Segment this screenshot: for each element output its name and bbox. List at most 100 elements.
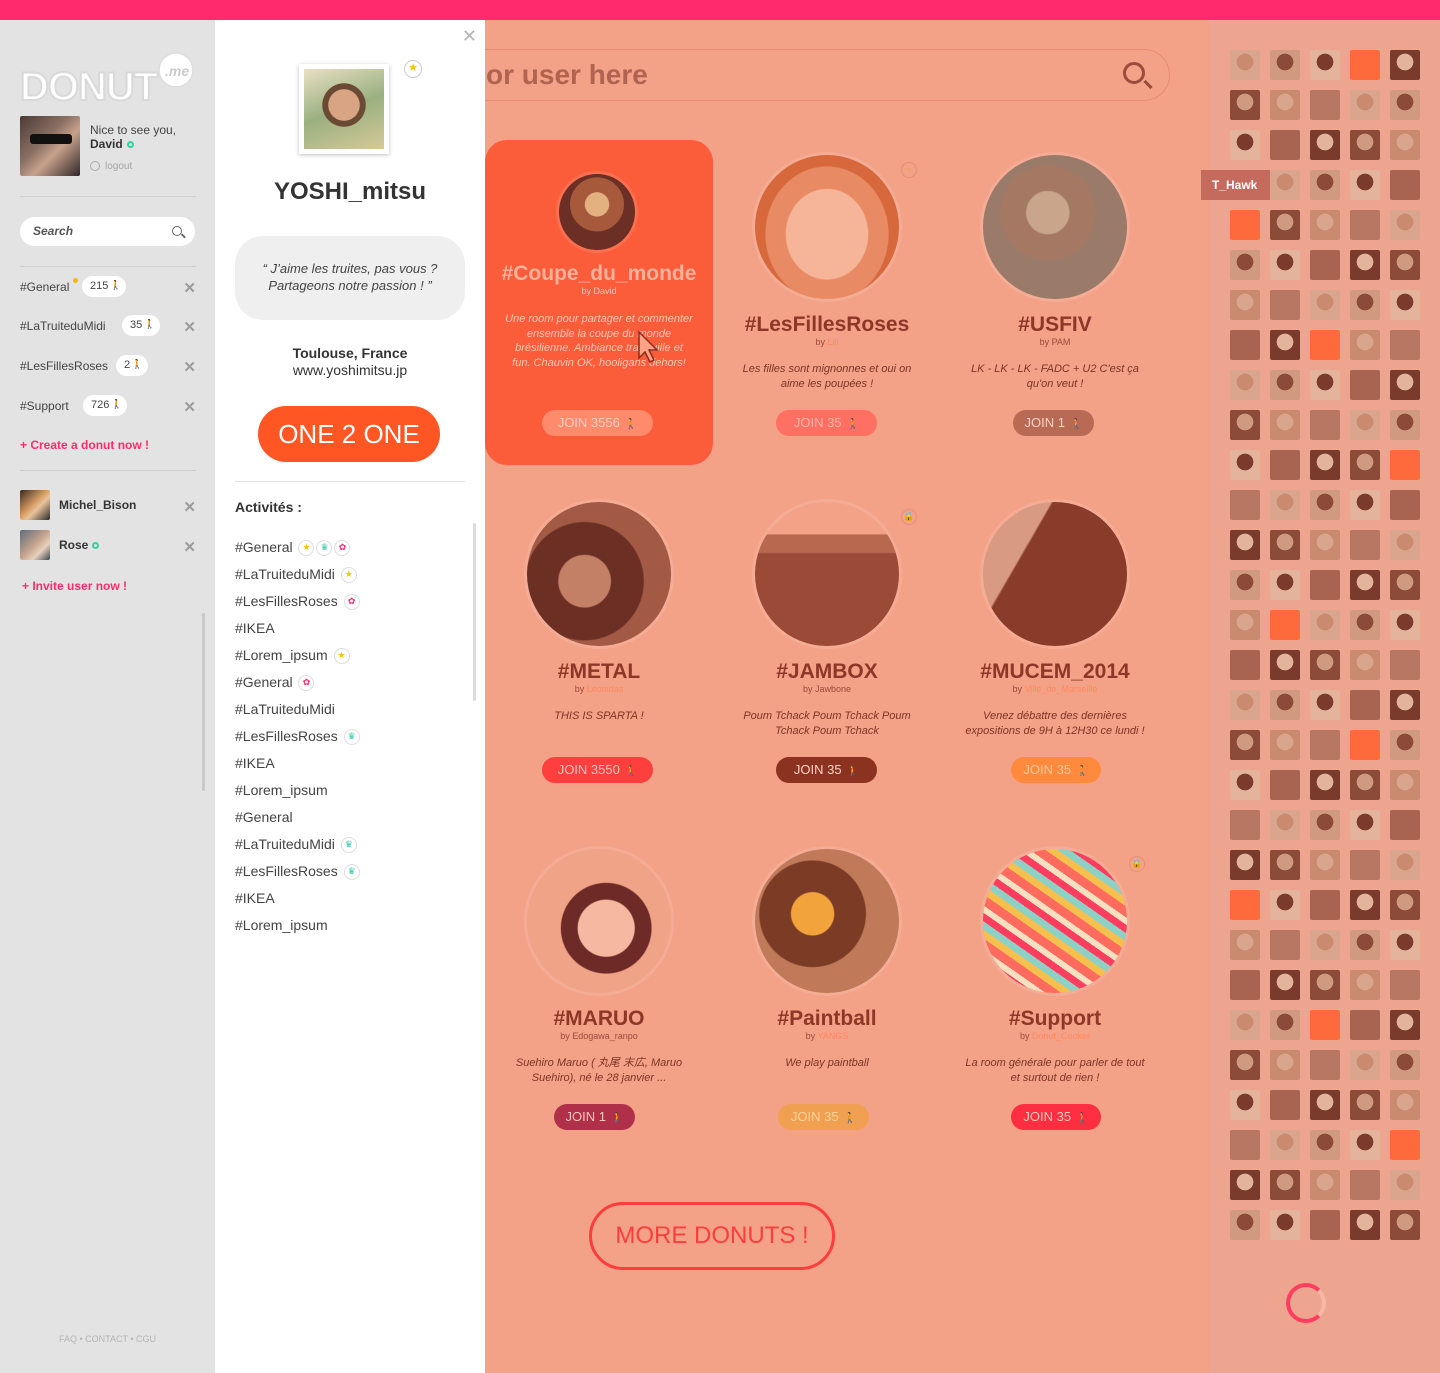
online-user-avatar[interactable]	[1270, 650, 1300, 680]
close-user-icon[interactable]: ✕	[183, 538, 196, 556]
one-2-one-button[interactable]: ONE 2 ONE	[258, 406, 440, 462]
online-user-avatar[interactable]	[1390, 210, 1420, 240]
room-card-mucem-2014[interactable]: #MUCEM_2014 by Ville_de_Marseille Venez …	[941, 487, 1169, 812]
online-user-avatar[interactable]	[1230, 1210, 1260, 1240]
online-user-avatar[interactable]	[1350, 290, 1380, 320]
close-room-icon[interactable]: ✕	[183, 398, 196, 416]
online-user-avatar[interactable]	[1350, 850, 1380, 880]
online-user-avatar[interactable]	[1230, 290, 1260, 320]
favorite-star-icon[interactable]: ★	[404, 60, 422, 78]
online-user-avatar[interactable]	[1270, 730, 1300, 760]
online-user-avatar[interactable]	[1390, 450, 1420, 480]
activity-item[interactable]: #Lorem_ipsum ★	[235, 645, 360, 672]
room-card-usfiv[interactable]: #USFIV by PAM LK - LK - LK - FADC + U2 C…	[941, 140, 1169, 465]
online-user-avatar[interactable]	[1390, 690, 1420, 720]
join-button[interactable]: JOIN 35 🚶	[1011, 1104, 1101, 1130]
online-user-avatar[interactable]	[1390, 770, 1420, 800]
online-user-avatar[interactable]	[1230, 530, 1260, 560]
online-user-avatar[interactable]	[1270, 370, 1300, 400]
join-button[interactable]: JOIN 35 🚶	[778, 1104, 869, 1130]
online-user-avatar[interactable]	[1230, 650, 1260, 680]
online-user-avatar[interactable]	[1230, 1090, 1260, 1120]
online-user-avatar[interactable]	[1350, 650, 1380, 680]
online-user-avatar[interactable]	[1270, 1050, 1300, 1080]
online-user-avatar[interactable]	[1310, 1130, 1340, 1160]
online-user-avatar[interactable]	[1230, 1130, 1260, 1160]
online-user-avatar[interactable]	[1270, 90, 1300, 120]
online-user-avatar[interactable]	[1310, 570, 1340, 600]
online-user-avatar[interactable]	[1390, 1050, 1420, 1080]
online-user-avatar[interactable]	[1310, 850, 1340, 880]
online-user-avatar[interactable]	[1350, 930, 1380, 960]
online-user-avatar[interactable]	[1310, 930, 1340, 960]
room-card-paintball[interactable]: #Paintball by YANGS We play paintball JO…	[713, 834, 941, 1159]
online-user-avatar[interactable]	[1390, 250, 1420, 280]
join-button[interactable]: JOIN 3556 🚶	[542, 410, 653, 436]
online-user-avatar[interactable]	[1310, 490, 1340, 520]
activity-item[interactable]: #General	[235, 807, 360, 834]
close-room-icon[interactable]: ✕	[183, 358, 196, 376]
activity-item[interactable]: #General ✿	[235, 672, 360, 699]
online-user-avatar[interactable]	[1390, 970, 1420, 1000]
activity-item[interactable]: #Lorem_ipsum	[235, 780, 360, 807]
online-user-avatar[interactable]	[1350, 1170, 1380, 1200]
online-user-avatar[interactable]	[1270, 770, 1300, 800]
room-card-jambox[interactable]: 🔒 #JAMBOX by Jawbone Poum Tchack Poum Tc…	[713, 487, 941, 812]
online-user-avatar[interactable]	[1310, 1050, 1340, 1080]
online-user-avatar[interactable]	[1230, 370, 1260, 400]
online-user-avatar[interactable]	[1270, 1170, 1300, 1200]
online-user-avatar[interactable]	[1350, 530, 1380, 560]
online-user-avatar[interactable]	[1390, 570, 1420, 600]
online-user-avatar[interactable]	[1310, 330, 1340, 360]
online-user-avatar[interactable]	[1230, 730, 1260, 760]
online-user-avatar[interactable]	[1310, 450, 1340, 480]
online-user-avatar[interactable]	[1350, 1050, 1380, 1080]
online-user-avatar[interactable]	[1270, 450, 1300, 480]
online-user-avatar[interactable]	[1350, 770, 1380, 800]
online-user-avatar[interactable]	[1390, 90, 1420, 120]
online-user-avatar[interactable]	[1350, 370, 1380, 400]
online-user-avatar[interactable]	[1350, 690, 1380, 720]
sidebar-room-support[interactable]: #Support 726 ✕	[20, 395, 196, 417]
join-button[interactable]: JOIN 1 🚶	[554, 1104, 635, 1130]
online-user-avatar[interactable]	[1350, 90, 1380, 120]
online-user-avatar[interactable]	[1310, 890, 1340, 920]
room-card-maruo[interactable]: #MARUO by Edogawa_ranpo Suehiro Maruo ( …	[485, 834, 713, 1159]
online-user-avatar[interactable]	[1350, 570, 1380, 600]
online-user-avatar[interactable]	[1310, 410, 1340, 440]
sidebar-room-lesfillesroses[interactable]: #LesFillesRoses 2 ✕	[20, 355, 196, 377]
activity-item[interactable]: #LaTruiteduMidi ★	[235, 564, 360, 591]
online-user-avatar[interactable]	[1270, 210, 1300, 240]
sidebar-user-rose[interactable]: Rose ✕	[20, 530, 196, 560]
online-user-avatar[interactable]	[1270, 570, 1300, 600]
room-card-metal[interactable]: #METAL by Leonidas THIS IS SPARTA ! JOIN…	[485, 487, 713, 812]
room-card-support[interactable]: 🔒 #Support by Donut_Cooker La room génér…	[941, 834, 1169, 1159]
activity-item[interactable]: #Lorem_ipsum	[235, 915, 360, 942]
create-donut-link[interactable]: + Create a donut now !	[20, 438, 149, 452]
online-user-avatar[interactable]	[1310, 370, 1340, 400]
online-user-avatar[interactable]	[1270, 1210, 1300, 1240]
online-user-avatar[interactable]	[1390, 290, 1420, 320]
online-user-avatar[interactable]	[1390, 50, 1420, 80]
search-icon[interactable]	[172, 226, 182, 236]
online-user-avatar[interactable]	[1270, 970, 1300, 1000]
join-button[interactable]: JOIN 35 🚶	[776, 410, 877, 436]
activity-item[interactable]: #IKEA	[235, 753, 360, 780]
online-user-avatar[interactable]	[1230, 770, 1260, 800]
online-user-avatar[interactable]	[1310, 770, 1340, 800]
online-user-avatar[interactable]	[1270, 130, 1300, 160]
online-user-avatar[interactable]	[1230, 450, 1260, 480]
online-user-avatar[interactable]	[1310, 1010, 1340, 1040]
online-user-avatar[interactable]	[1310, 130, 1340, 160]
online-user-avatar[interactable]	[1350, 50, 1380, 80]
online-user-avatar[interactable]	[1390, 610, 1420, 640]
online-user-avatar[interactable]	[1350, 730, 1380, 760]
online-user-avatar[interactable]	[1310, 90, 1340, 120]
online-user-avatar[interactable]	[1230, 90, 1260, 120]
online-user-avatar[interactable]	[1350, 210, 1380, 240]
online-user-avatar[interactable]	[1310, 650, 1340, 680]
room-card-lesfillesroses[interactable]: ★ #LesFillesRoses by Lili Les filles son…	[713, 140, 941, 465]
online-user-avatar[interactable]	[1390, 1130, 1420, 1160]
current-user-avatar[interactable]	[20, 116, 80, 176]
online-user-avatar[interactable]	[1270, 610, 1300, 640]
